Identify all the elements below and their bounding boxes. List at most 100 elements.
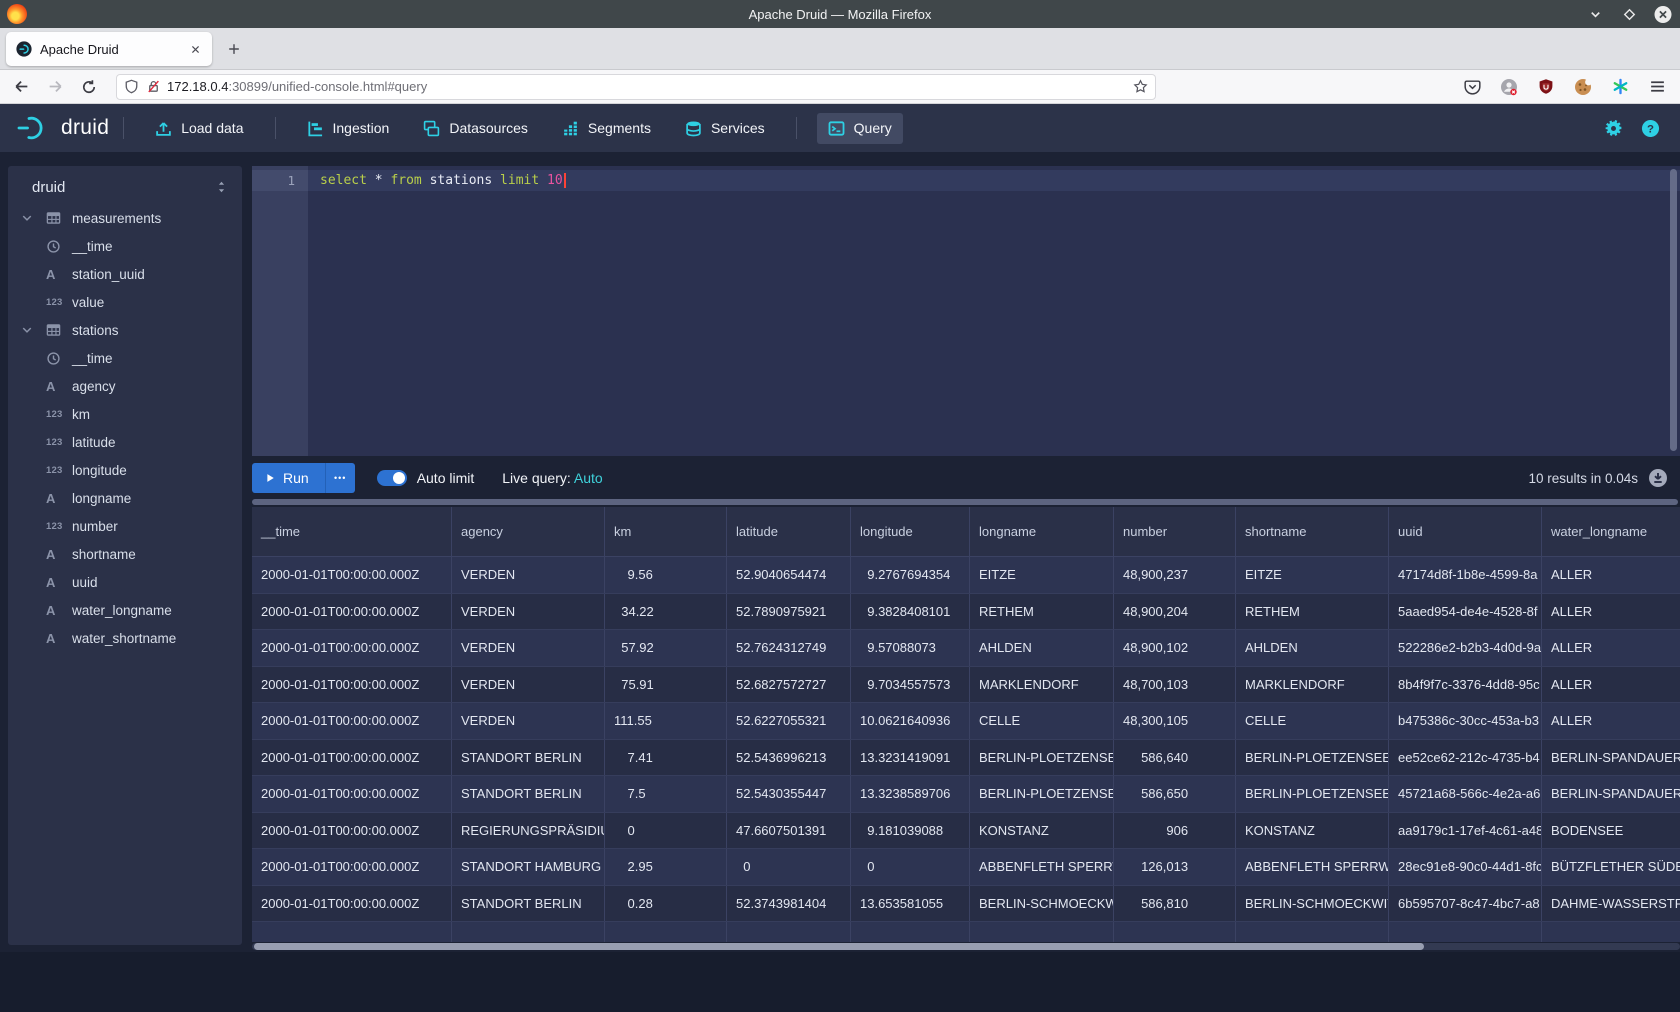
cell-longitude: 10	[851, 849, 970, 885]
column-header-latitude[interactable]: latitude	[727, 507, 851, 556]
column-header-__time[interactable]: __time	[252, 507, 452, 556]
column-header-number[interactable]: number	[1114, 507, 1236, 556]
cell-shortname: BERLIN-PLOETZENSEE OW	[1236, 740, 1389, 776]
cell-uuid: b475386c-30cc-453a-b3	[1389, 703, 1542, 739]
schema-column-water_shortname[interactable]: Awater_shortname	[8, 624, 242, 652]
menu-hamburger-icon[interactable]	[1648, 78, 1666, 96]
column-header-shortname[interactable]: shortname	[1236, 507, 1389, 556]
cell-number: 48,700,103	[1114, 667, 1236, 703]
account-icon[interactable]	[1500, 78, 1518, 96]
cell-shortname: CELLE	[1236, 703, 1389, 739]
schema-column-__time[interactable]: __time	[8, 232, 242, 260]
tab-title: Apache Druid	[40, 42, 178, 57]
reload-button[interactable]	[76, 74, 102, 100]
query-text: select * from stations limit 10	[320, 170, 566, 191]
table-row[interactable]: 2000-01-01T00:00:00.000ZSTANDORT BERLIN1…	[252, 740, 1680, 777]
table-row[interactable]: 2000-01-01T00:00:00.000ZREGIERUNGSPRÄSID…	[252, 813, 1680, 850]
browser-tab[interactable]: Apache Druid	[6, 32, 212, 66]
nav-item-segments[interactable]: Segments	[551, 113, 662, 144]
window-close-icon[interactable]	[1654, 5, 1672, 23]
column-header-uuid[interactable]: uuid	[1389, 507, 1542, 556]
query-editor[interactable]: 1 select * from stations limit 10	[252, 166, 1680, 456]
window-minimize-icon[interactable]	[1586, 5, 1604, 23]
string-type-icon: A	[46, 491, 68, 506]
table-row[interactable]: 2000-01-01T00:00:00.000ZVERDEN175.9152.6…	[252, 667, 1680, 704]
tab-close-icon[interactable]	[186, 40, 204, 58]
cell-km: 117.5	[605, 776, 727, 812]
column-header-km[interactable]: km	[605, 507, 727, 556]
hscrollbar-thumb[interactable]	[254, 943, 1424, 950]
nav-item-datasources[interactable]: Datasources	[412, 113, 539, 144]
cell-km: 110	[605, 813, 727, 849]
chevron-down-icon[interactable]	[21, 212, 33, 224]
cell-__time: 2000-01-01T00:00:00.000Z	[252, 703, 452, 739]
table-row[interactable]: 2000-01-01T00:00:00.000ZVERDEN111.5552.6…	[252, 703, 1680, 740]
nav-item-services[interactable]: Services	[674, 113, 776, 144]
download-icon[interactable]	[1648, 468, 1668, 488]
column-header-longname[interactable]: longname	[970, 507, 1114, 556]
schema-column-__time[interactable]: __time	[8, 344, 242, 372]
url-bar[interactable]: 172.18.0.4:30899/unified-console.html#qu…	[116, 74, 1156, 100]
table-row[interactable]: 2000-01-01T00:00:00.000ZSTANDORT HAMBURG…	[252, 849, 1680, 886]
table-row[interactable]: 2000-01-01T00:00:00.000ZVERDEN134.2252.7…	[252, 594, 1680, 631]
schema-column-station_uuid[interactable]: Astation_uuid	[8, 260, 242, 288]
table-icon	[46, 323, 68, 337]
extension-asterisk-icon[interactable]	[1611, 78, 1629, 96]
empty-cell	[1542, 922, 1680, 942]
nav-item-ingestion[interactable]: Ingestion	[296, 113, 401, 144]
svg-text:?: ?	[1647, 123, 1654, 135]
forward-button[interactable]	[42, 74, 68, 100]
results-hscrollbar-top[interactable]	[252, 499, 1678, 505]
table-row[interactable]: 2000-01-01T00:00:00.000ZSTANDORT BERLIN1…	[252, 886, 1680, 923]
schema-column-number[interactable]: 123number	[8, 512, 242, 540]
cell-number: 48,900,204	[1114, 594, 1236, 630]
column-header-longitude[interactable]: longitude	[851, 507, 970, 556]
run-button[interactable]: Run	[252, 463, 325, 493]
new-tab-button[interactable]	[220, 35, 248, 63]
column-header-water_longname[interactable]: water_longname	[1542, 507, 1680, 556]
page-background	[0, 952, 1680, 1012]
ublock-shield-icon[interactable]	[1537, 78, 1555, 96]
druid-logo[interactable]: druid	[16, 114, 109, 142]
table-row[interactable]: 2000-01-01T00:00:00.000ZVERDEN119.5652.9…	[252, 557, 1680, 594]
pocket-icon[interactable]	[1463, 78, 1481, 96]
editor-scrollbar[interactable]	[1670, 169, 1677, 451]
settings-gear-icon[interactable]	[1604, 119, 1623, 138]
nav-item-query[interactable]: Query	[817, 113, 903, 144]
live-query-value[interactable]: Auto	[574, 470, 603, 486]
cell-longname: RETHEM	[970, 594, 1114, 630]
window-maximize-icon[interactable]	[1620, 5, 1638, 23]
empty-cell	[1236, 922, 1389, 942]
schema-column-agency[interactable]: Aagency	[8, 372, 242, 400]
sort-columns-icon[interactable]	[215, 180, 228, 194]
results-hscrollbar-bottom[interactable]	[252, 943, 1680, 950]
insecure-lock-icon[interactable]	[146, 79, 161, 94]
cell-water_longname: ALLER	[1542, 703, 1680, 739]
cell-shortname: KONSTANZ	[1236, 813, 1389, 849]
schema-column-water_longname[interactable]: Awater_longname	[8, 596, 242, 624]
schema-table-stations[interactable]: stations	[8, 316, 242, 344]
cookie-icon[interactable]	[1574, 78, 1592, 96]
back-button[interactable]	[8, 74, 34, 100]
tracking-shield-icon[interactable]	[124, 79, 139, 94]
chevron-down-icon[interactable]	[21, 324, 33, 336]
nav-item-load-data[interactable]: Load data	[144, 113, 254, 144]
cell-latitude: 52.7890975921	[727, 594, 851, 630]
schema-column-km[interactable]: 123km	[8, 400, 242, 428]
schema-column-shortname[interactable]: Ashortname	[8, 540, 242, 568]
bookmark-star-icon[interactable]	[1133, 79, 1148, 94]
table-row[interactable]: 2000-01-01T00:00:00.000ZVERDEN157.9252.7…	[252, 630, 1680, 667]
help-icon[interactable]: ?	[1641, 119, 1660, 138]
schema-column-uuid[interactable]: Auuid	[8, 568, 242, 596]
schema-column-longitude[interactable]: 123longitude	[8, 456, 242, 484]
cell-latitude: 50	[727, 849, 851, 885]
run-more-button[interactable]: •••	[325, 463, 355, 493]
auto-limit-toggle[interactable]	[377, 470, 407, 486]
schema-column-latitude[interactable]: 123latitude	[8, 428, 242, 456]
table-row[interactable]: 2000-01-01T00:00:00.000ZSTANDORT BERLIN1…	[252, 776, 1680, 813]
schema-column-value[interactable]: 123value	[8, 288, 242, 316]
run-bar: Run ••• Auto limit Live query: Auto 10 r…	[252, 462, 1680, 494]
schema-table-measurements[interactable]: measurements	[8, 204, 242, 232]
schema-column-longname[interactable]: Alongname	[8, 484, 242, 512]
column-header-agency[interactable]: agency	[452, 507, 605, 556]
